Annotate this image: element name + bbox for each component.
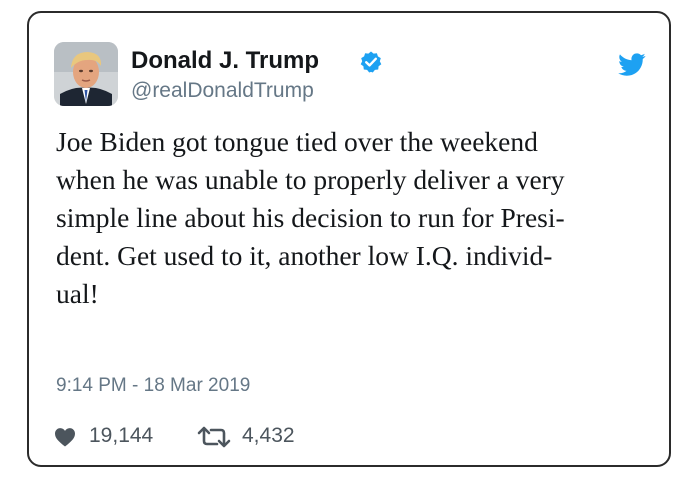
tweet-text-line: dent. Get used to it, another low I.Q. i… <box>56 240 553 271</box>
tweet-text: Joe Biden got tongue tied over the weeke… <box>56 123 656 313</box>
tweet-timestamp[interactable]: 9:14 PM - 18 Mar 2019 <box>56 375 250 397</box>
user-handle[interactable]: @realDonaldTrump <box>131 79 314 103</box>
avatar-image <box>54 42 118 106</box>
heart-icon[interactable] <box>54 427 76 447</box>
verified-badge-icon <box>360 51 382 73</box>
like-count: 19,144 <box>89 424 154 447</box>
tweet-text-line: Joe Biden got tongue tied over the weeke… <box>56 126 538 157</box>
tweet-text-line: ual! <box>56 278 99 309</box>
retweet-count: 4,432 <box>242 424 295 447</box>
avatar[interactable] <box>54 42 118 106</box>
tweet-card: Donald J. Trump @realDonaldTrump Joe Bid… <box>27 11 671 467</box>
tweet-text-line: simple line about his decision to run fo… <box>56 202 565 233</box>
retweet-icon[interactable] <box>196 426 232 448</box>
twitter-bird-icon[interactable] <box>618 53 646 77</box>
display-name[interactable]: Donald J. Trump <box>131 47 319 75</box>
tweet-text-line: when he was unable to properly deliver a… <box>56 164 565 195</box>
